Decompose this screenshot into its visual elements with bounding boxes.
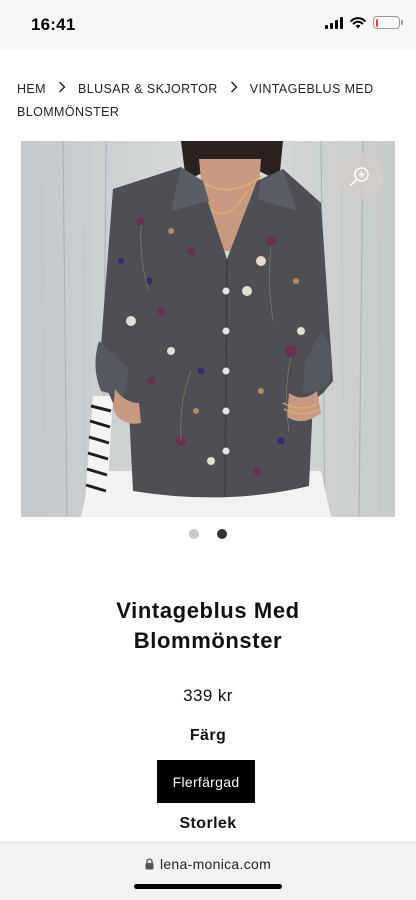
breadcrumb-home-link[interactable]: HEM — [17, 82, 46, 96]
product-image[interactable] — [21, 141, 395, 517]
product-price: 339 kr — [183, 686, 233, 705]
battery-level — [375, 18, 379, 27]
product-title: Vintageblus Med Blommönster — [116, 598, 300, 653]
wifi-icon — [350, 17, 366, 29]
lock-icon — [145, 858, 154, 870]
gallery-dot-active[interactable] — [217, 529, 227, 539]
gallery-pagination — [0, 529, 416, 539]
url-display[interactable]: lena-monica.com — [0, 856, 416, 872]
breadcrumb: HEM BLUSAR & SKJORTOR VINTAGEBLUS MED BLOM… — [17, 78, 402, 124]
cellular-signal-icon — [325, 16, 343, 29]
status-time: 16:41 — [31, 15, 76, 34]
zoom-button[interactable] — [336, 152, 384, 200]
chevron-right-icon — [230, 78, 238, 101]
status-icons — [325, 16, 403, 29]
color-label: Färg — [189, 727, 227, 744]
product-photo — [21, 141, 395, 517]
zoom-in-icon — [350, 167, 369, 186]
gallery-dot[interactable] — [189, 529, 199, 539]
browser-url-bar[interactable]: lena-monica.com — [0, 842, 416, 900]
breadcrumb-category-link[interactable]: BLUSAR & SKJORTOR — [78, 82, 218, 96]
size-label: Storlek — [179, 815, 237, 832]
url-text: lena-monica.com — [159, 856, 272, 872]
color-option-button[interactable]: Flerfärgad — [157, 760, 255, 803]
home-indicator[interactable] — [134, 884, 282, 889]
status-bar: 16:41 — [0, 0, 416, 50]
chevron-right-icon — [58, 78, 66, 101]
battery-low-icon — [373, 16, 403, 29]
